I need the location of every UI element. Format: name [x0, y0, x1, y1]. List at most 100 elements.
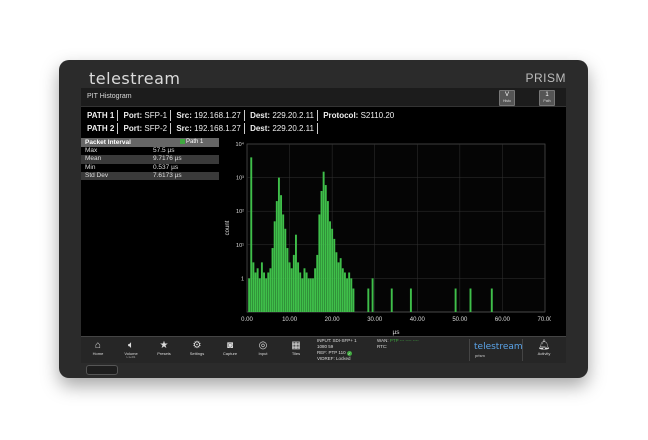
check-icon [180, 139, 185, 144]
histogram-bar [267, 272, 270, 312]
bell-icon: 🔔︎ [537, 340, 551, 351]
histogram-bar [305, 272, 308, 312]
histogram-bar [337, 262, 340, 312]
path-2-src: 192.168.1.27 [194, 124, 241, 133]
x-tick-label: 0.00 [241, 317, 253, 323]
path-1-tag-label: Path 1 [186, 139, 204, 145]
rtc-status: RTC: [377, 344, 388, 349]
title-bar: PIT Histogram V Histo 1 Path [81, 88, 566, 107]
input-button[interactable]: ◎ Input [248, 338, 278, 363]
path-2-label: PATH 2 [87, 124, 115, 133]
model-name: PRISM [525, 71, 566, 85]
dock-label: Home [92, 351, 104, 356]
tiles-icon: ▦ [291, 340, 301, 351]
histogram-bar [301, 278, 304, 312]
histogram-bar [341, 268, 344, 312]
gear-icon: ⚙ [192, 340, 202, 351]
input-icon: ◎ [258, 340, 268, 351]
y-tick-label: 10² [236, 209, 244, 215]
logo-subtext: prism [475, 353, 485, 358]
stat-label: Min [85, 163, 96, 171]
path-1-port-label: Port: [123, 111, 143, 120]
x-tick-label: 50.00 [452, 317, 468, 323]
path-1-checkbox[interactable]: Path 1 [180, 138, 203, 147]
histogram-bar [254, 272, 257, 312]
histogram-bar [322, 171, 325, 312]
histogram-bar [282, 214, 285, 312]
path-1-row: PATH 1 Port: SFP-1 Src: 192.168.1.27 Des… [81, 109, 566, 122]
histogram-svg: 0.00 10.00 20.00 30.00 40.00 50.00 60.00 70.00 1… [225, 141, 551, 336]
stat-value: 57.5 µs [153, 147, 175, 154]
path-1-label: PATH 1 [87, 111, 115, 120]
histogram-bar [284, 228, 287, 312]
stat-value: 9.7176 µs [153, 155, 182, 163]
packet-interval-header: Packet Interval Path 1 [81, 138, 219, 147]
input-status: INPUT: SDI-SFP+ 1 1080 59 REF: PTP 110 ✓… [317, 338, 377, 362]
histogram-bar [333, 238, 336, 312]
histogram-bar [367, 288, 370, 312]
activity-button[interactable]: 🔔︎ Activity [529, 338, 559, 363]
stat-label: Max [85, 147, 98, 154]
histogram-bar [299, 272, 302, 312]
histogram-bar [409, 288, 412, 312]
presets-button[interactable]: ★ Presets [149, 338, 179, 363]
path-1-protocol: S2110.20 [360, 111, 395, 120]
device-frame: telestream PRISM PIT Histogram V Histo 1… [59, 60, 588, 378]
histogram-bar [312, 278, 314, 312]
volume-icon: 🔈︎ [128, 340, 134, 351]
dock-label: Capture [222, 351, 238, 356]
y-tick-label: 10¹ [236, 243, 244, 249]
stat-row-min: Min 0.537 µs [81, 164, 219, 172]
vidref-status: VIDREF: Locked [317, 356, 351, 361]
screen: PIT Histogram V Histo 1 Path PATH 1 Port… [81, 88, 566, 363]
path-info: PATH 1 Port: SFP-1 Src: 192.168.1.27 Des… [81, 109, 566, 135]
histogram-bar [326, 201, 329, 312]
histogram-bar [329, 221, 331, 312]
capture-button[interactable]: ◙ Capture [215, 338, 245, 363]
histogram-bar [269, 268, 272, 312]
histogram-bar [250, 157, 253, 312]
histogram-bar [290, 268, 293, 312]
histogram-bar [307, 278, 310, 312]
histogram-bar [371, 278, 374, 312]
settings-button[interactable]: ⚙ Settings [182, 338, 212, 363]
dock-label: Presets [157, 351, 171, 356]
path-button[interactable]: 1 Path [539, 90, 555, 106]
histogram-bar [256, 268, 259, 312]
device-bezel: telestream PRISM [59, 60, 588, 90]
packet-interval-title: Packet Interval [85, 139, 131, 146]
path-2-port-label: Port: [123, 124, 143, 133]
home-button[interactable]: ⌂ Home [83, 338, 113, 363]
histogram-button-icon: V [504, 92, 509, 98]
y-axis-label: count [225, 220, 231, 235]
histogram-bar [331, 228, 334, 312]
histogram-bar [294, 234, 297, 312]
histogram-bar [280, 195, 283, 312]
stat-row-std-dev: Std Dev 7.6173 µs [81, 171, 219, 181]
histogram-bar [263, 272, 265, 312]
app-title: PIT Histogram [87, 93, 132, 100]
hardware-button[interactable] [86, 365, 118, 375]
path-1-protocol-label: Protocol: [323, 111, 359, 120]
path-2-row: PATH 2 Port: SFP-2 Src: 192.168.1.27 Des… [81, 122, 566, 135]
histogram-bar [271, 248, 274, 312]
path-button-label: Path [543, 99, 551, 103]
volume-button[interactable]: 🔈︎ Volume L1+R1 [116, 338, 146, 363]
histogram-chart: 0.00 10.00 20.00 30.00 40.00 50.00 60.00 70.00 1… [221, 140, 551, 340]
histogram-bar [303, 268, 306, 312]
histogram-bar [275, 201, 278, 312]
histogram-bar [350, 278, 353, 312]
dock-sublabel: L1+R1 [126, 355, 136, 359]
histogram-bar [343, 272, 346, 312]
path-2-src-label: Src: [176, 124, 192, 133]
histogram-bar [252, 262, 255, 312]
path-2-port: SFP-2 [144, 124, 168, 133]
histogram-button[interactable]: V Histo [499, 90, 515, 106]
stat-label: Std Dev [85, 171, 109, 179]
tiles-button[interactable]: ▦ Tiles [281, 338, 311, 363]
histogram-bar [288, 262, 291, 312]
histogram-bar [324, 185, 327, 312]
histogram-bar [335, 252, 338, 312]
path-button-icon: 1 [545, 92, 549, 98]
histogram-bar [390, 288, 393, 312]
